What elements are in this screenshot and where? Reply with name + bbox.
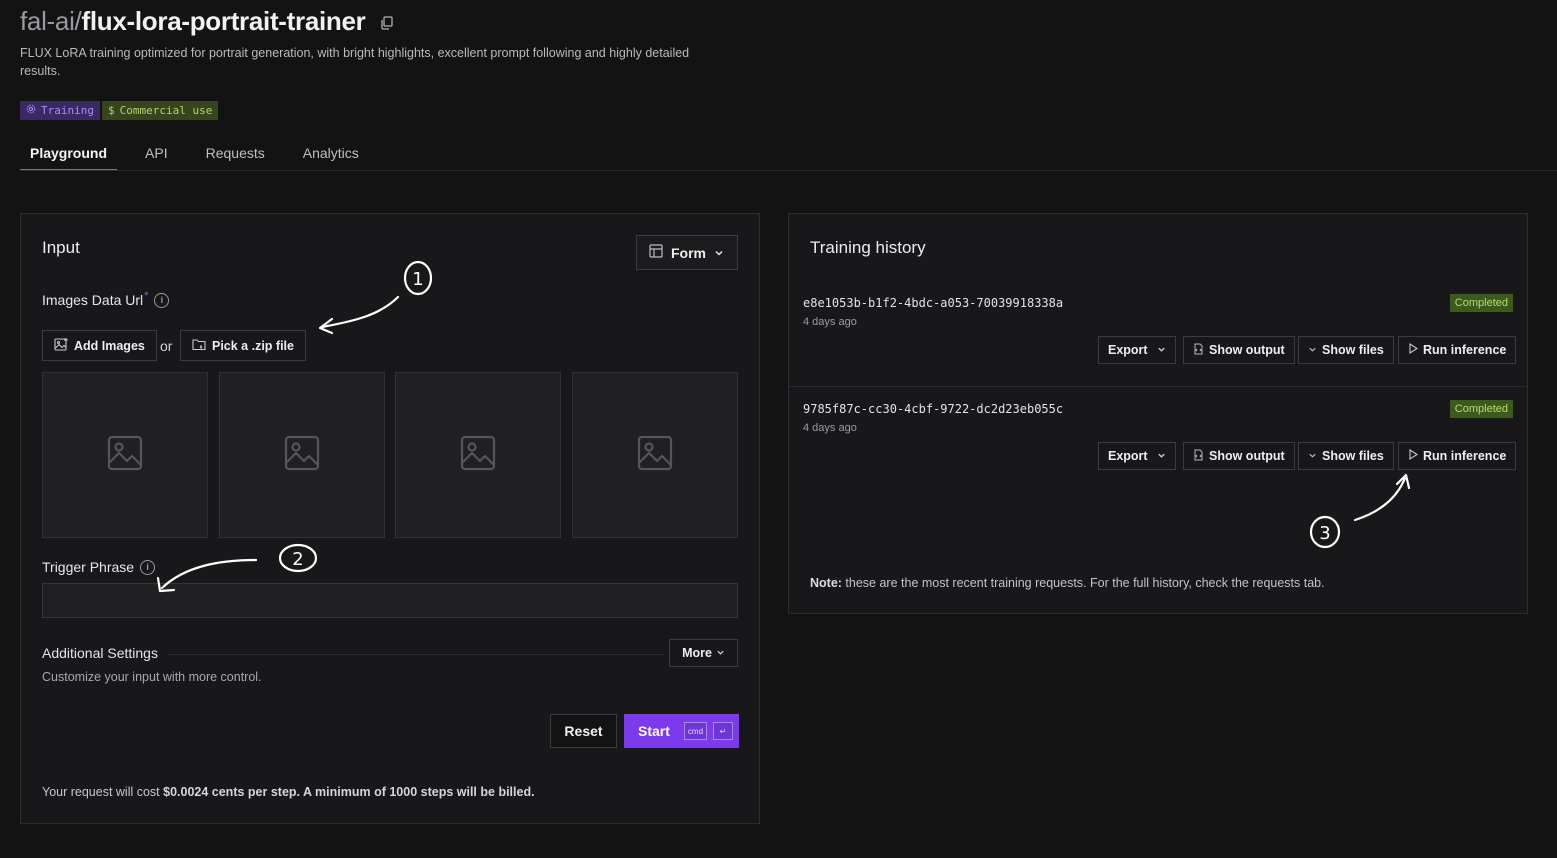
history-title: Training history: [810, 238, 926, 257]
show-files-button[interactable]: Show files: [1298, 442, 1394, 470]
more-label: More: [682, 646, 712, 660]
more-button[interactable]: More: [669, 639, 738, 667]
title-org[interactable]: fal-ai/: [20, 6, 82, 37]
image-placeholder-4[interactable]: [572, 372, 738, 538]
tab-api[interactable]: API: [135, 138, 178, 171]
title-name: flux-lora-portrait-trainer: [81, 6, 366, 36]
show-files-label: Show files: [1322, 343, 1384, 357]
show-output-label: Show output: [1209, 343, 1285, 357]
pick-zip-button[interactable]: Pick a .zip file: [180, 330, 306, 361]
run-inference-label: Run inference: [1423, 343, 1507, 357]
start-button[interactable]: Start cmd ↵: [624, 714, 739, 748]
or-text: or: [160, 338, 173, 354]
required-mark: *: [144, 290, 149, 302]
file-icon: [1193, 343, 1204, 358]
request-id[interactable]: e8e1053b-b1f2-4bdc-a053-70039918338a: [803, 296, 1063, 310]
request-time: 4 days ago: [803, 316, 857, 328]
run-inference-label: Run inference: [1423, 449, 1507, 463]
info-icon[interactable]: i: [140, 559, 156, 575]
show-output-label: Show output: [1209, 449, 1285, 463]
request-time: 4 days ago: [803, 422, 857, 434]
run-inference-button[interactable]: Run inference: [1398, 442, 1517, 470]
file-icon: [1193, 449, 1204, 464]
play-icon: [1408, 342, 1419, 357]
run-inference-button[interactable]: Run inference: [1398, 336, 1517, 364]
enter-key: ↵: [713, 722, 734, 740]
model-description: FLUX LoRA training optimized for portrai…: [20, 46, 690, 78]
image-icon: [637, 435, 673, 476]
trigger-phrase-input[interactable]: [42, 583, 738, 618]
add-images-button[interactable]: Add Images: [42, 330, 157, 361]
pick-zip-label: Pick a .zip file: [212, 338, 294, 353]
chevron-down-icon: [714, 245, 724, 261]
show-files-button[interactable]: Show files: [1298, 336, 1394, 364]
tab-playground[interactable]: Playground: [20, 138, 118, 171]
show-output-button[interactable]: Show output: [1183, 336, 1295, 364]
training-badge-label: Training: [41, 104, 94, 117]
copy-icon[interactable]: [380, 15, 394, 30]
export-button[interactable]: Export: [1098, 336, 1176, 364]
history-note: Note: these are the most recent training…: [810, 576, 1325, 590]
view-mode-button[interactable]: Form: [636, 235, 738, 270]
add-image-icon: [54, 337, 69, 355]
status-badge: Completed: [1449, 294, 1513, 312]
add-images-label: Add Images: [74, 338, 145, 353]
reset-button[interactable]: Reset: [550, 714, 617, 748]
images-label-text: Images Data Url: [42, 292, 144, 308]
history-divider: [789, 386, 1527, 387]
image-icon: [107, 435, 143, 476]
chevron-down-icon: [1157, 449, 1166, 463]
chevron-down-icon: [1308, 449, 1317, 463]
info-icon[interactable]: i: [154, 292, 170, 308]
image-icon: [460, 435, 496, 476]
settings-description: Customize your input with more control.: [42, 670, 262, 684]
dollar-icon: $: [107, 104, 115, 117]
badge-list: Training $ Commercial use: [20, 101, 219, 120]
training-badge: Training: [20, 101, 100, 120]
cost-amount: $0.0024 cents per step. A minimum of 100…: [163, 785, 535, 799]
images-field-label: Images Data Url * i: [42, 290, 170, 308]
export-button[interactable]: Export: [1098, 442, 1176, 470]
show-files-label: Show files: [1322, 449, 1384, 463]
additional-settings-label: Additional Settings: [42, 645, 158, 661]
chevron-down-icon: [716, 646, 725, 660]
tab-requests[interactable]: Requests: [196, 138, 275, 171]
folder-icon: [192, 337, 207, 355]
layout-icon: [649, 244, 663, 261]
image-placeholder-2[interactable]: [219, 372, 385, 538]
settings-divider: [169, 654, 664, 655]
note-prefix: Note:: [810, 576, 842, 590]
play-icon: [1408, 448, 1419, 463]
training-history-panel: Training history e8e1053b-b1f2-4bdc-a053…: [788, 213, 1528, 614]
tabs-divider: [20, 170, 1557, 171]
image-icon: [284, 435, 320, 476]
start-label: Start: [638, 723, 670, 739]
image-placeholder-3[interactable]: [395, 372, 561, 538]
commercial-badge-label: Commercial use: [119, 104, 213, 117]
status-badge: Completed: [1449, 400, 1513, 418]
show-output-button[interactable]: Show output: [1183, 442, 1295, 470]
request-id[interactable]: 9785f87c-cc30-4cbf-9722-dc2d23eb055c: [803, 402, 1063, 416]
cost-text: Your request will cost $0.0024 cents per…: [42, 785, 535, 799]
image-placeholder-1[interactable]: [42, 372, 208, 538]
tab-bar: Playground API Requests Analytics: [20, 138, 387, 171]
input-title: Input: [42, 238, 80, 257]
cmd-key: cmd: [683, 722, 708, 740]
trigger-field-label: Trigger Phrase i: [42, 559, 156, 575]
tab-analytics[interactable]: Analytics: [293, 138, 369, 171]
export-label: Export: [1108, 343, 1148, 357]
cost-prefix: Your request will cost: [42, 785, 164, 799]
export-label: Export: [1108, 449, 1148, 463]
view-mode-label: Form: [671, 244, 706, 261]
trigger-label-text: Trigger Phrase: [42, 559, 135, 575]
input-panel: Input Form Images Data Url * i Add Image…: [20, 213, 760, 824]
note-text: these are the most recent training reque…: [841, 576, 1325, 590]
gear-icon: [26, 104, 36, 117]
chevron-down-icon: [1157, 343, 1166, 357]
commercial-badge: $ Commercial use: [101, 101, 219, 120]
chevron-down-icon: [1308, 343, 1317, 357]
page-title: fal-ai/ flux-lora-portrait-trainer: [20, 6, 394, 37]
